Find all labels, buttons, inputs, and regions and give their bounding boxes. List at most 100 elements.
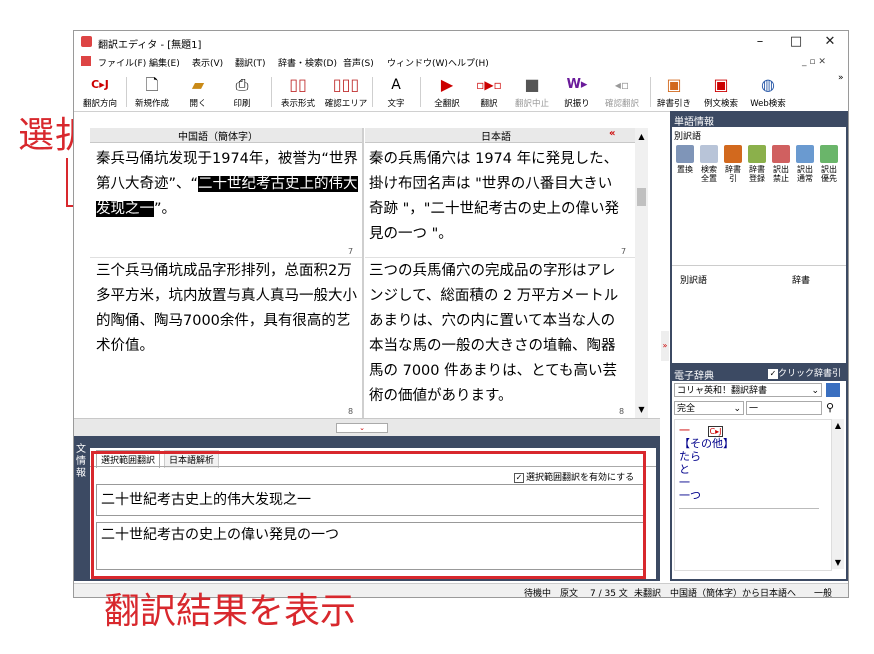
horizontal-splitter[interactable]: ⌄: [74, 418, 660, 437]
scroll-up-icon[interactable]: ▲: [635, 132, 648, 141]
match-mode-select[interactable]: 完全 ⌄: [674, 401, 744, 415]
toolbar-overflow-icon[interactable]: »: [838, 73, 844, 83]
scroll-thumb[interactable]: [637, 188, 646, 206]
dict-column: 辞書: [792, 276, 811, 286]
source-sentence-1[interactable]: 秦兵马俑坑发现于1974年，被誉为“世界第八大奇迹”、“二十世纪考古史上的伟大发…: [96, 147, 358, 222]
click-dict-checkbox[interactable]: ✓ クリック辞書引: [768, 366, 841, 379]
web-search-button[interactable]: ◍ Web検索: [748, 71, 788, 111]
target-pane[interactable]: 秦の兵馬俑穴は 1974 年に発見した、掛け布団名声は "世界の八番目大きい奇跡…: [365, 143, 635, 418]
open-button[interactable]: ▰ 開く: [180, 71, 216, 111]
menu-file[interactable]: ファイル(F): [98, 56, 146, 69]
doc-icon: [81, 56, 91, 66]
sentence-number: 8: [348, 407, 354, 416]
entry-item[interactable]: 一つ: [679, 489, 701, 502]
dict-results: 一 C▸J 【その他】 たら と 一 一つ: [674, 419, 832, 571]
entry-category: 【その他】: [679, 437, 734, 450]
splitter-toggle-icon[interactable]: ⌄: [336, 423, 388, 433]
collapse-button[interactable]: «: [609, 128, 615, 139]
annotation-result-frame: [91, 451, 646, 579]
new-button[interactable]: 🗋 新規作成: [132, 71, 172, 111]
status-direction: 中国語（簡体字）から日本語へ: [670, 589, 797, 598]
menu-help[interactable]: ヘルプ(H): [448, 56, 489, 69]
dict-select[interactable]: コリャ英和！翻訳辞書 ⌄: [674, 383, 822, 397]
menu-view[interactable]: 表示(V): [192, 56, 223, 69]
folder-icon: ▰: [191, 75, 205, 94]
output-prohibit-button[interactable]: 訳出禁止: [770, 145, 792, 183]
target-sentence-1[interactable]: 秦の兵馬俑穴は 1974 年に発見した、掛け布団名声は "世界の八番目大きい奇跡…: [369, 147, 625, 247]
annotation-selection-line: [66, 158, 68, 206]
entry-item[interactable]: と: [679, 463, 690, 476]
dict-settings-icon[interactable]: [826, 383, 840, 397]
side-panel-toggle-icon[interactable]: »: [661, 331, 669, 361]
source-sentence-2[interactable]: 三个兵马俑坑成品字形排列，总面积2万多平方米，坑内放置与真人真马一般大小的陶俑、…: [96, 259, 358, 359]
replace-button[interactable]: 置換: [674, 145, 696, 174]
priority-icon: [820, 145, 838, 163]
display-format-button[interactable]: ▯▯ 表示形式: [278, 71, 318, 111]
menu-edit[interactable]: 編集(E): [149, 56, 180, 69]
columns-icon: ▯▯▯: [332, 75, 360, 94]
mdi-controls[interactable]: _ ▫ ✕: [802, 57, 826, 67]
print-button[interactable]: ⎙ 印刷: [224, 71, 260, 111]
scroll-down-icon[interactable]: ▼: [832, 558, 844, 567]
dict-scrollbar[interactable]: ▲ ▼: [832, 419, 844, 569]
close-button[interactable]: ✕: [816, 33, 844, 51]
source-pane[interactable]: 秦兵马俑坑发现于1974年，被誉为“世界第八大奇迹”、“二十世纪考古史上的伟大发…: [90, 143, 362, 418]
edict-label: 電子辞典: [674, 371, 714, 382]
register-icon: [748, 145, 766, 163]
status-sentence-count: 7 / 35 文: [590, 589, 628, 598]
status-field: 一般: [814, 589, 833, 598]
source-pane-header: 中国語（簡体字）: [90, 128, 362, 143]
window-title: 翻訳エディタ - [無題1]: [98, 40, 202, 51]
translate-all-button[interactable]: ▶ 全翻訳: [428, 71, 466, 111]
menu-voice[interactable]: 音声(S): [343, 56, 374, 69]
pane-divider[interactable]: [362, 128, 364, 418]
translate-button[interactable]: ▫▶▫ 翻訳: [474, 71, 504, 111]
minimize-button[interactable]: –: [746, 33, 774, 51]
example-search-button[interactable]: ▣ 例文検索: [700, 71, 742, 111]
direction-button[interactable]: C▸J 翻訳方向: [80, 71, 120, 111]
normal-icon: [796, 145, 814, 163]
menu-dictionary[interactable]: 辞書・検索(D): [278, 56, 337, 69]
stop-button[interactable]: ■ 翻訳中止: [512, 71, 552, 111]
menu-translate[interactable]: 翻訳(T): [235, 56, 266, 69]
binoculars-icon[interactable]: ⚲: [826, 401, 834, 414]
sentence-number: 8: [619, 407, 625, 416]
checkbox-checked-icon[interactable]: ✓: [768, 369, 778, 379]
output-normal-button[interactable]: 訳出通常: [794, 145, 816, 183]
status-translated: 未翻訳: [634, 589, 662, 598]
maximize-button[interactable]: □: [782, 33, 810, 51]
entry-item[interactable]: たら: [679, 450, 701, 463]
target-scrollbar[interactable]: ▲ ▼: [635, 128, 648, 418]
dict-lookup-small-button[interactable]: 辞書引: [722, 145, 744, 183]
status-mode: 原文: [560, 589, 579, 598]
app-icon: [81, 36, 92, 47]
scroll-down-icon[interactable]: ▼: [635, 405, 648, 414]
entry-item[interactable]: 一: [679, 476, 690, 489]
entry-headword[interactable]: 一: [679, 424, 690, 437]
confirm-translate-button[interactable]: ◂▫ 確認翻訳: [602, 71, 642, 111]
chevron-down-icon: ⌄: [733, 404, 741, 414]
new-document-icon: 🗋: [145, 75, 159, 94]
font-button[interactable]: A 文字: [380, 71, 412, 111]
output-priority-button[interactable]: 訳出優先: [818, 145, 840, 183]
reverse-button[interactable]: W▸ 訳振り: [560, 71, 594, 111]
alt-words-section: 別訳語 置換 検索全置 辞書引 辞書登録 訳出禁止 訳出通常 訳出優先 別訳語 …: [672, 127, 846, 363]
dict-search-input[interactable]: 一: [746, 401, 822, 415]
dict-lookup-button[interactable]: ▣ 辞書引き: [656, 71, 692, 111]
prohibit-icon: [772, 145, 790, 163]
example-search-icon: ▣: [713, 75, 729, 94]
search-replace-button[interactable]: 検索全置: [698, 145, 720, 183]
stop-icon: ■: [524, 75, 540, 94]
layout-icon: ▯▯: [289, 75, 307, 94]
target-sentence-2[interactable]: 三つの兵馬俑穴の完成品の字形はアレンジして、総面積の 2 万平方メートルあまりは…: [369, 259, 625, 409]
dict-register-button[interactable]: 辞書登録: [746, 145, 768, 183]
scroll-up-icon[interactable]: ▲: [832, 421, 844, 430]
alt-words-column: 別訳語: [680, 276, 708, 286]
dictionary-icon: ▣: [666, 75, 682, 94]
status-state: 待機中: [524, 589, 552, 598]
reverse-translate-icon: W▸: [566, 77, 588, 92]
printer-icon: ⎙: [235, 75, 249, 94]
confirm-area-button[interactable]: ▯▯▯ 確認エリア: [325, 71, 368, 111]
translate-step-icon: ▫▶▫: [476, 78, 502, 92]
menu-window[interactable]: ウィンドウ(W): [387, 56, 448, 69]
